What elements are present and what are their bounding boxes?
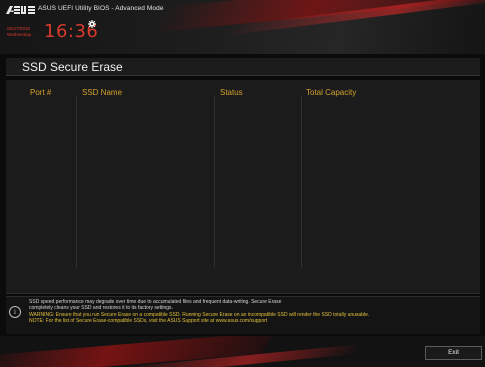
column-header-ssd-name: SSD Name — [82, 88, 123, 97]
ssd-table — [6, 80, 480, 293]
asus-logo — [6, 6, 35, 14]
window-title: ASUS UEFI Utility BIOS - Advanced Mode — [38, 5, 164, 12]
note-text: NOTE: For the list of Secure Erase-compa… — [29, 317, 268, 324]
column-header-port: Port # — [30, 88, 52, 97]
table-bottom-divider — [6, 293, 480, 294]
column-divider — [214, 96, 215, 268]
column-header-total-capacity: Total Capacity — [306, 88, 357, 97]
page-title: SSD Secure Erase — [22, 60, 123, 74]
footer-bar — [0, 336, 485, 367]
info-icon: i — [9, 306, 21, 318]
column-divider — [301, 96, 302, 268]
gear-icon[interactable] — [88, 20, 96, 28]
weekday-value: Wednesday — [7, 31, 32, 37]
info-text: SSD speed performance may degrade over t… — [29, 299, 477, 324]
column-header-status: Status — [220, 88, 243, 97]
exit-button[interactable]: Exit — [425, 346, 482, 360]
date-display: 06/27/2016 Wednesday — [7, 26, 31, 37]
date-value: 06/27/2016 — [7, 26, 30, 31]
column-divider — [76, 96, 77, 268]
